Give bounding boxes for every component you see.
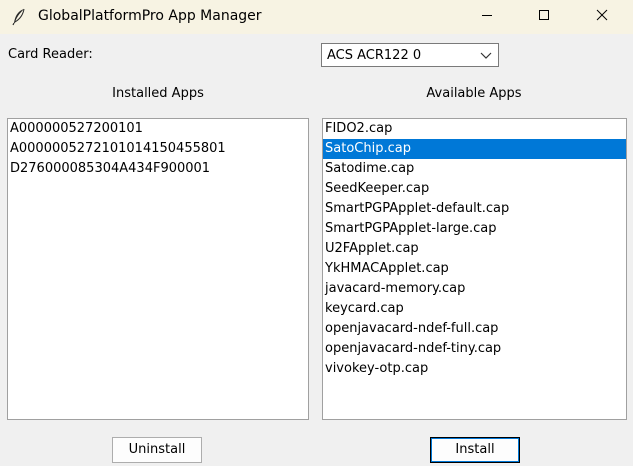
- list-item[interactable]: vivokey-otp.cap: [323, 359, 626, 379]
- chevron-down-icon: [480, 49, 492, 61]
- list-item[interactable]: SmartPGPApplet-default.cap: [323, 199, 626, 219]
- close-icon: [596, 9, 608, 25]
- list-item[interactable]: SmartPGPApplet-large.cap: [323, 219, 626, 239]
- list-item[interactable]: SatoChip.cap: [323, 139, 626, 159]
- list-item[interactable]: FIDO2.cap: [323, 119, 626, 139]
- list-item[interactable]: A000000527200101: [8, 119, 308, 139]
- list-item[interactable]: openjavacard-ndef-full.cap: [323, 319, 626, 339]
- card-reader-select[interactable]: ACS ACR122 0: [321, 43, 499, 67]
- list-item[interactable]: YkHMACApplet.cap: [323, 259, 626, 279]
- close-button[interactable]: [579, 0, 625, 34]
- available-apps-heading: Available Apps: [426, 86, 522, 101]
- list-item[interactable]: A0000005272101014150455801: [8, 139, 308, 159]
- window-title: GlobalPlatformPro App Manager: [38, 8, 262, 24]
- maximize-icon: [538, 9, 550, 25]
- list-item[interactable]: Satodime.cap: [323, 159, 626, 179]
- uninstall-button[interactable]: Uninstall: [112, 437, 202, 463]
- minimize-button[interactable]: [464, 0, 510, 34]
- minimize-icon: [481, 9, 493, 25]
- list-item[interactable]: openjavacard-ndef-tiny.cap: [323, 339, 626, 359]
- list-item[interactable]: keycard.cap: [323, 299, 626, 319]
- available-apps-list[interactable]: FIDO2.cap SatoChip.cap Satodime.cap SeedKee…: [322, 118, 627, 420]
- list-item[interactable]: SeedKeeper.cap: [323, 179, 626, 199]
- maximize-button[interactable]: [521, 0, 567, 34]
- install-button[interactable]: Install: [430, 437, 520, 463]
- installed-apps-heading: Installed Apps: [112, 86, 204, 101]
- feather-icon: [10, 8, 28, 26]
- list-item[interactable]: javacard-memory.cap: [323, 279, 626, 299]
- card-reader-value: ACS ACR122 0: [327, 48, 422, 63]
- installed-apps-list[interactable]: A000000527200101 A00000052721010141504558…: [7, 118, 309, 420]
- list-item[interactable]: U2FApplet.cap: [323, 239, 626, 259]
- card-reader-label: Card Reader:: [8, 47, 93, 62]
- title-bar[interactable]: GlobalPlatformPro App Manager: [0, 0, 633, 34]
- list-item[interactable]: D276000085304A434F900001: [8, 159, 308, 179]
